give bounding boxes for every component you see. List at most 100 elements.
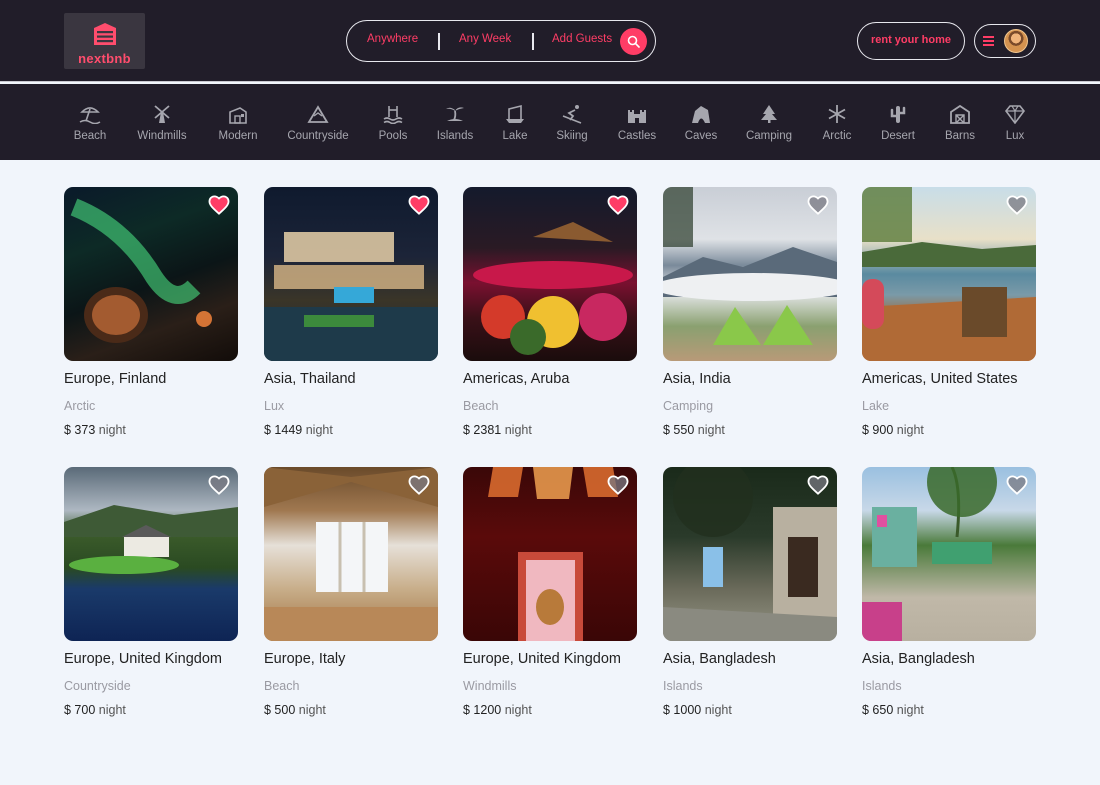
listing-card[interactable]: Asia, India Camping $ 550 night: [663, 187, 837, 437]
listing-location: Asia, Bangladesh: [663, 651, 776, 667]
listing-location: Europe, United Kingdom: [64, 651, 222, 667]
listing-price: $ 1000 night: [663, 703, 732, 717]
favorite-heart-icon[interactable]: [208, 475, 230, 500]
listing-category: Beach: [463, 399, 499, 413]
category-lux[interactable]: Lux: [1000, 104, 1030, 142]
rent-your-home-button[interactable]: rent your home: [857, 22, 965, 60]
avatar: [1004, 29, 1028, 53]
listing-card[interactable]: Europe, Finland Arctic $ 373 night: [64, 187, 238, 437]
listing-card[interactable]: Europe, United Kingdom Windmills $ 1200 …: [463, 467, 637, 717]
favorite-heart-icon[interactable]: [1006, 195, 1028, 220]
user-menu-button[interactable]: [974, 24, 1036, 58]
listing-category: Camping: [663, 399, 714, 413]
listing-photo[interactable]: [862, 467, 1036, 641]
category-countryside[interactable]: Countryside: [283, 104, 353, 142]
search-button[interactable]: [620, 28, 647, 55]
category-label: Modern: [218, 130, 258, 142]
listing-card[interactable]: Asia, Thailand Lux $ 1449 night: [264, 187, 438, 437]
category-camping[interactable]: Camping: [744, 104, 794, 142]
search-icon: [627, 35, 640, 48]
favorite-heart-icon[interactable]: [208, 195, 230, 220]
listing-category: Arctic: [64, 399, 96, 413]
listing-photo[interactable]: [264, 467, 438, 641]
category-lake[interactable]: Lake: [497, 104, 533, 142]
listing-price: $ 650 night: [862, 703, 924, 717]
category-label: Castles: [617, 130, 657, 142]
favorite-heart-icon[interactable]: [1006, 475, 1028, 500]
category-label: Windmills: [137, 130, 187, 142]
listing-price: $ 2381 night: [463, 423, 532, 437]
listing-card[interactable]: Asia, Bangladesh Islands $ 650 night: [862, 467, 1036, 717]
category-label: Desert: [881, 130, 915, 142]
listing-price: $ 1449 night: [264, 423, 333, 437]
listing-location: Asia, Thailand: [264, 371, 356, 387]
favorite-heart-icon[interactable]: [807, 475, 829, 500]
listing-location: Americas, Aruba: [463, 371, 570, 387]
search-divider: [438, 33, 440, 50]
listing-price: $ 373 night: [64, 423, 126, 437]
search-any-week[interactable]: Any Week: [459, 33, 511, 45]
listing-location: Europe, Finland: [64, 371, 167, 387]
listing-photo[interactable]: [663, 467, 837, 641]
tree-icon: [761, 105, 777, 123]
skiing-icon: [562, 105, 582, 124]
listing-card[interactable]: Europe, United Kingdom Countryside $ 700…: [64, 467, 238, 717]
category-desert[interactable]: Desert: [877, 104, 919, 142]
search-anywhere[interactable]: Anywhere: [367, 33, 418, 45]
listing-category: Lux: [264, 399, 285, 413]
category-islands[interactable]: Islands: [432, 104, 478, 142]
search-add-guests[interactable]: Add Guests: [552, 33, 612, 45]
windmill-icon: [154, 105, 170, 123]
category-label: Barns: [944, 130, 976, 142]
listing-price: $ 500 night: [264, 703, 326, 717]
listing-price: $ 1200 night: [463, 703, 532, 717]
listing-location: Asia, India: [663, 371, 731, 387]
listing-photo[interactable]: [463, 467, 637, 641]
listing-card[interactable]: Americas, United States Lake $ 900 night: [862, 187, 1036, 437]
category-castles[interactable]: Castles: [615, 104, 659, 142]
search-divider: [532, 33, 534, 50]
category-caves[interactable]: Caves: [683, 104, 719, 142]
category-label: Countryside: [287, 130, 349, 142]
category-label: Lux: [1005, 130, 1025, 142]
logo[interactable]: nextbnb: [64, 13, 145, 69]
beach-icon: [79, 107, 101, 124]
category-label: Lake: [502, 130, 528, 142]
category-label: Pools: [378, 130, 408, 142]
category-label: Arctic: [822, 130, 852, 142]
category-skiing[interactable]: Skiing: [552, 104, 592, 142]
favorite-heart-icon[interactable]: [807, 195, 829, 220]
barn-icon: [950, 104, 970, 124]
listing-price: $ 900 night: [862, 423, 924, 437]
listing-category: Windmills: [463, 679, 517, 693]
listing-card[interactable]: Asia, Bangladesh Islands $ 1000 night: [663, 467, 837, 717]
logo-building-icon: [94, 23, 116, 45]
search-bar[interactable]: Anywhere Any Week Add Guests: [346, 20, 656, 62]
favorite-heart-icon[interactable]: [607, 475, 629, 500]
favorite-heart-icon[interactable]: [607, 195, 629, 220]
listing-photo[interactable]: [264, 187, 438, 361]
listing-card[interactable]: Europe, Italy Beach $ 500 night: [264, 467, 438, 717]
listing-price: $ 700 night: [64, 703, 126, 717]
category-windmills[interactable]: Windmills: [132, 104, 192, 142]
boat-icon: [506, 104, 524, 123]
listing-card[interactable]: Americas, Aruba Beach $ 2381 night: [463, 187, 637, 437]
category-arctic[interactable]: Arctic: [818, 104, 856, 142]
listing-photo[interactable]: [64, 187, 238, 361]
listing-photo[interactable]: [663, 187, 837, 361]
category-pools[interactable]: Pools: [373, 104, 413, 142]
island-icon: [446, 107, 464, 121]
listing-photo[interactable]: [64, 467, 238, 641]
category-label: Caves: [684, 130, 718, 142]
listing-category: Islands: [862, 679, 902, 693]
favorite-heart-icon[interactable]: [408, 475, 430, 500]
listing-location: Europe, Italy: [264, 651, 346, 667]
category-label: Skiing: [556, 130, 588, 142]
category-modern[interactable]: Modern: [213, 104, 263, 142]
category-barns[interactable]: Barns: [940, 104, 980, 142]
logo-text: nextbnb: [78, 51, 131, 66]
favorite-heart-icon[interactable]: [408, 195, 430, 220]
listing-photo[interactable]: [463, 187, 637, 361]
listing-photo[interactable]: [862, 187, 1036, 361]
category-beach[interactable]: Beach: [70, 104, 110, 142]
